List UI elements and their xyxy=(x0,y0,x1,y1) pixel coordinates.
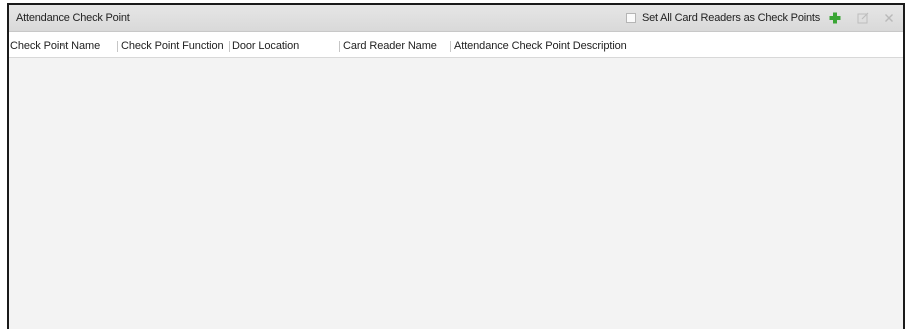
column-header-check-point-name[interactable]: Check Point Name xyxy=(10,40,100,52)
column-header-label: Check Point Name xyxy=(10,40,101,52)
column-header-card-reader-name[interactable]: Card Reader Name xyxy=(343,40,437,52)
close-icon[interactable] xyxy=(882,11,896,25)
edit-icon[interactable] xyxy=(856,11,870,25)
panel-titlebar: Attendance Check Point Set All Card Read… xyxy=(9,5,903,32)
column-header-check-point-function[interactable]: Check Point Function xyxy=(121,40,224,52)
column-separator[interactable] xyxy=(339,41,340,52)
column-header-door-location[interactable]: Door Location xyxy=(232,40,299,52)
checkbox-box[interactable] xyxy=(626,13,636,23)
column-header-description[interactable]: Attendance Check Point Description xyxy=(454,40,627,52)
set-all-card-readers-label[interactable]: Set All Card Readers as Check Points xyxy=(642,12,820,24)
set-all-card-readers-checkbox[interactable]: Set All Card Readers as Check Points xyxy=(626,12,820,24)
attendance-check-point-panel: Attendance Check Point Set All Card Read… xyxy=(7,3,905,329)
panel-title: Attendance Check Point xyxy=(16,12,130,24)
column-header-label: Check Point Function xyxy=(121,40,224,52)
column-separator[interactable] xyxy=(117,41,118,52)
sort-ascending-icon xyxy=(60,43,66,46)
table-body-empty xyxy=(9,58,903,329)
column-separator[interactable] xyxy=(450,41,451,52)
column-header-label: Attendance Check Point Description xyxy=(454,40,627,52)
table-header: Check Point Name Check Point Function Do… xyxy=(9,32,903,58)
column-header-label: Card Reader Name xyxy=(343,40,437,52)
column-separator[interactable] xyxy=(229,41,230,52)
column-header-label: Door Location xyxy=(232,40,300,52)
plus-icon[interactable] xyxy=(828,11,842,25)
